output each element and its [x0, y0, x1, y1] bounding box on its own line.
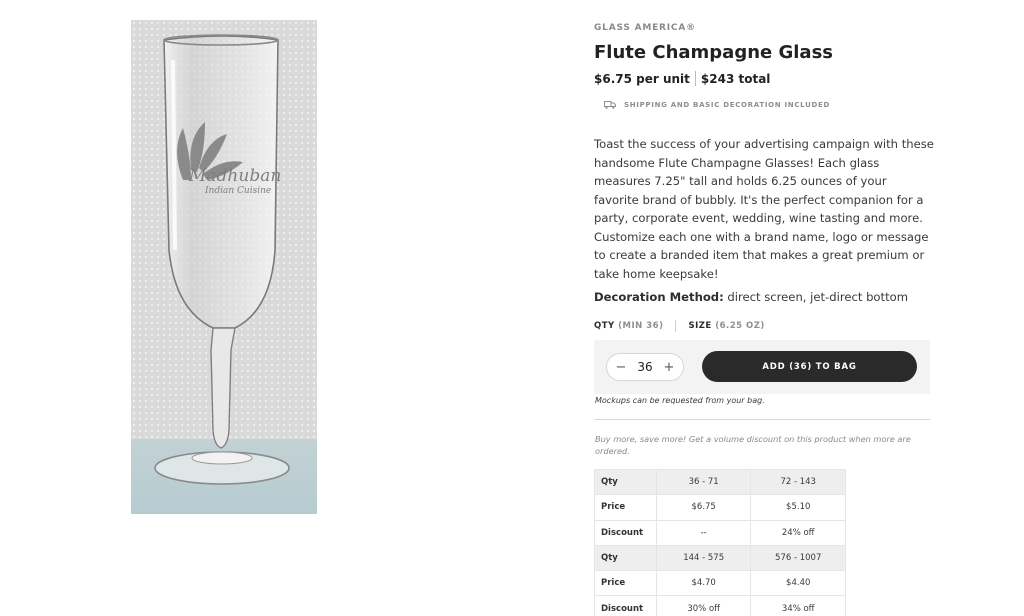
table-row: Qty 144 - 575 576 - 1007	[594, 544, 846, 572]
table-row: Discount 30% off 34% off	[594, 595, 846, 616]
table-cell: $6.75	[655, 494, 752, 521]
champagne-flute-icon	[154, 34, 290, 485]
brand-name[interactable]: GLASS AMERICA®	[594, 23, 696, 33]
shipping-text: SHIPPING AND BASIC DECORATION INCLUDED	[624, 101, 830, 109]
price-line: $6.75 per unit $243 total	[594, 71, 770, 86]
table-row: Qty 36 - 71 72 - 143	[594, 468, 846, 496]
size-option-hint: (6.25 OZ)	[715, 321, 765, 331]
product-image: Madhuban Indian Cuisine	[131, 20, 317, 514]
product-logo-subtext: Indian Cuisine	[205, 186, 272, 196]
qty-option-label: QTY	[594, 321, 615, 331]
table-cell: 36 - 71	[655, 468, 752, 496]
table-row: Price $4.70 $4.40	[594, 570, 846, 597]
table-row-label: Qty	[594, 468, 657, 496]
product-logo-text: Madhuban	[189, 166, 282, 186]
table-cell: 72 - 143	[750, 468, 846, 496]
table-cell: 144 - 575	[655, 544, 752, 572]
price-per-unit: $6.75 per unit	[594, 71, 690, 86]
volume-discount-note: Buy more, save more! Get a volume discou…	[595, 434, 911, 456]
price-divider	[694, 71, 696, 86]
table-cell: 34% off	[750, 595, 846, 616]
increment-button[interactable]: +	[663, 360, 675, 375]
decoration-value: direct screen, jet-direct bottom	[723, 290, 909, 304]
table-row-label: Discount	[594, 595, 657, 616]
add-to-cart-panel: − 36 + ADD (36) TO BAG	[594, 340, 930, 394]
table-row-label: Discount	[594, 519, 657, 546]
options-separator	[675, 320, 677, 332]
table-row: Price $6.75 $5.10	[594, 494, 846, 521]
options-row: QTY (MIN 36) SIZE (6.25 OZ)	[594, 320, 765, 332]
table-cell: 30% off	[655, 595, 752, 616]
decoration-method: Decoration Method: direct screen, jet-di…	[594, 290, 908, 304]
qty-option[interactable]: QTY (MIN 36)	[594, 321, 663, 331]
table-cell: 576 - 1007	[750, 544, 846, 572]
size-option[interactable]: SIZE (6.25 OZ)	[688, 321, 764, 331]
table-cell: $5.10	[750, 494, 846, 521]
product-title: Flute Champagne Glass	[594, 42, 834, 63]
table-row-label: Qty	[594, 544, 657, 572]
mockups-note: Mockups can be requested from your bag.	[595, 396, 765, 405]
product-description: Toast the success of your advertising ca…	[594, 137, 934, 281]
table-cell: $4.70	[655, 570, 752, 597]
add-to-bag-button[interactable]: ADD (36) TO BAG	[702, 351, 917, 382]
truck-icon	[604, 101, 616, 109]
decrement-button[interactable]: −	[615, 360, 627, 375]
price-total: $243 total	[700, 71, 771, 86]
table-cell: $4.40	[750, 570, 846, 597]
qty-option-hint: (MIN 36)	[618, 321, 664, 331]
table-cell: 24% off	[750, 519, 846, 546]
table-row-label: Price	[594, 570, 657, 597]
quantity-stepper: − 36 +	[606, 353, 684, 381]
table-cell: --	[655, 519, 752, 546]
divider	[594, 419, 930, 420]
decoration-label: Decoration Method:	[594, 290, 724, 304]
shipping-note: SHIPPING AND BASIC DECORATION INCLUDED	[604, 101, 830, 109]
table-row-label: Price	[594, 494, 657, 521]
table-row: Discount -- 24% off	[594, 519, 846, 546]
volume-pricing-table: Qty 36 - 71 72 - 143 Price $6.75 $5.10 D…	[594, 468, 846, 616]
quantity-input[interactable]: 36	[637, 360, 652, 374]
size-option-label: SIZE	[688, 321, 712, 331]
